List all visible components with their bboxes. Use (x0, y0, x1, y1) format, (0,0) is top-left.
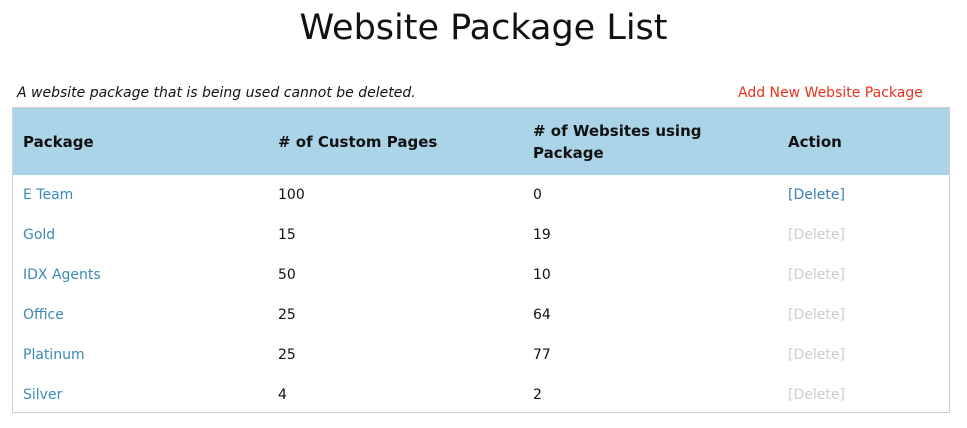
custom-pages-cell: 50 (278, 267, 296, 283)
custom-pages-cell: 4 (278, 387, 287, 403)
table-row: IDX Agents 50 10 [Delete] (13, 255, 949, 295)
table-header: Package # of Custom Pages # of Websites … (13, 108, 949, 175)
add-new-package-link[interactable]: Add New Website Package (738, 84, 923, 102)
package-cell: E Team (13, 175, 268, 215)
websites-cell: 10 (533, 267, 551, 283)
package-link[interactable]: IDX Agents (23, 267, 101, 283)
package-link[interactable]: E Team (23, 187, 73, 203)
page-title: Website Package List (299, 8, 668, 48)
websites-cell: 0 (533, 187, 542, 203)
custom-pages-cell: 25 (278, 307, 296, 323)
package-cell: Office (13, 295, 268, 335)
table-row: E Team 100 0 [Delete] (13, 175, 949, 215)
package-cell: Silver (13, 375, 268, 412)
websites-cell: 77 (533, 347, 551, 363)
package-link[interactable]: Silver (23, 387, 62, 403)
package-table-container: Package # of Custom Pages # of Websites … (12, 107, 950, 413)
delete-disabled-label: [Delete] (788, 347, 845, 363)
delete-disabled-label: [Delete] (788, 307, 845, 323)
delete-note: A website package that is being used can… (17, 85, 416, 101)
header-websites-using: # of Websites using Package (533, 121, 702, 162)
action-cell: [Delete] (778, 375, 949, 412)
header-action: Action (788, 132, 842, 151)
table-body: E Team 100 0 [Delete] Gold 15 19 [Delete… (13, 175, 949, 412)
table-row: Platinum 25 77 [Delete] (13, 335, 949, 375)
package-table: Package # of Custom Pages # of Websites … (13, 108, 949, 412)
delete-link[interactable]: [Delete] (788, 187, 845, 203)
custom-pages-cell: 15 (278, 227, 296, 243)
table-row: Office 25 64 [Delete] (13, 295, 949, 335)
custom-pages-cell: 25 (278, 347, 296, 363)
header-row: Package # of Custom Pages # of Websites … (13, 108, 949, 175)
table-row: Gold 15 19 [Delete] (13, 215, 949, 255)
header-custom-pages: # of Custom Pages (278, 132, 438, 151)
package-cell: Gold (13, 215, 268, 255)
package-cell: IDX Agents (13, 255, 268, 295)
action-cell: [Delete] (778, 175, 949, 215)
custom-pages-cell: 100 (278, 187, 305, 203)
package-link[interactable]: Platinum (23, 347, 85, 363)
websites-cell: 19 (533, 227, 551, 243)
delete-disabled-label: [Delete] (788, 387, 845, 403)
action-cell: [Delete] (778, 215, 949, 255)
package-link[interactable]: Office (23, 307, 64, 323)
table-row: Silver 4 2 [Delete] (13, 375, 949, 412)
action-cell: [Delete] (778, 295, 949, 335)
action-cell: [Delete] (778, 335, 949, 375)
header-package: Package (23, 132, 94, 151)
delete-disabled-label: [Delete] (788, 267, 845, 283)
package-link[interactable]: Gold (23, 227, 55, 243)
websites-cell: 2 (533, 387, 542, 403)
action-cell: [Delete] (778, 255, 949, 295)
delete-disabled-label: [Delete] (788, 227, 845, 243)
package-cell: Platinum (13, 335, 268, 375)
websites-cell: 64 (533, 307, 551, 323)
